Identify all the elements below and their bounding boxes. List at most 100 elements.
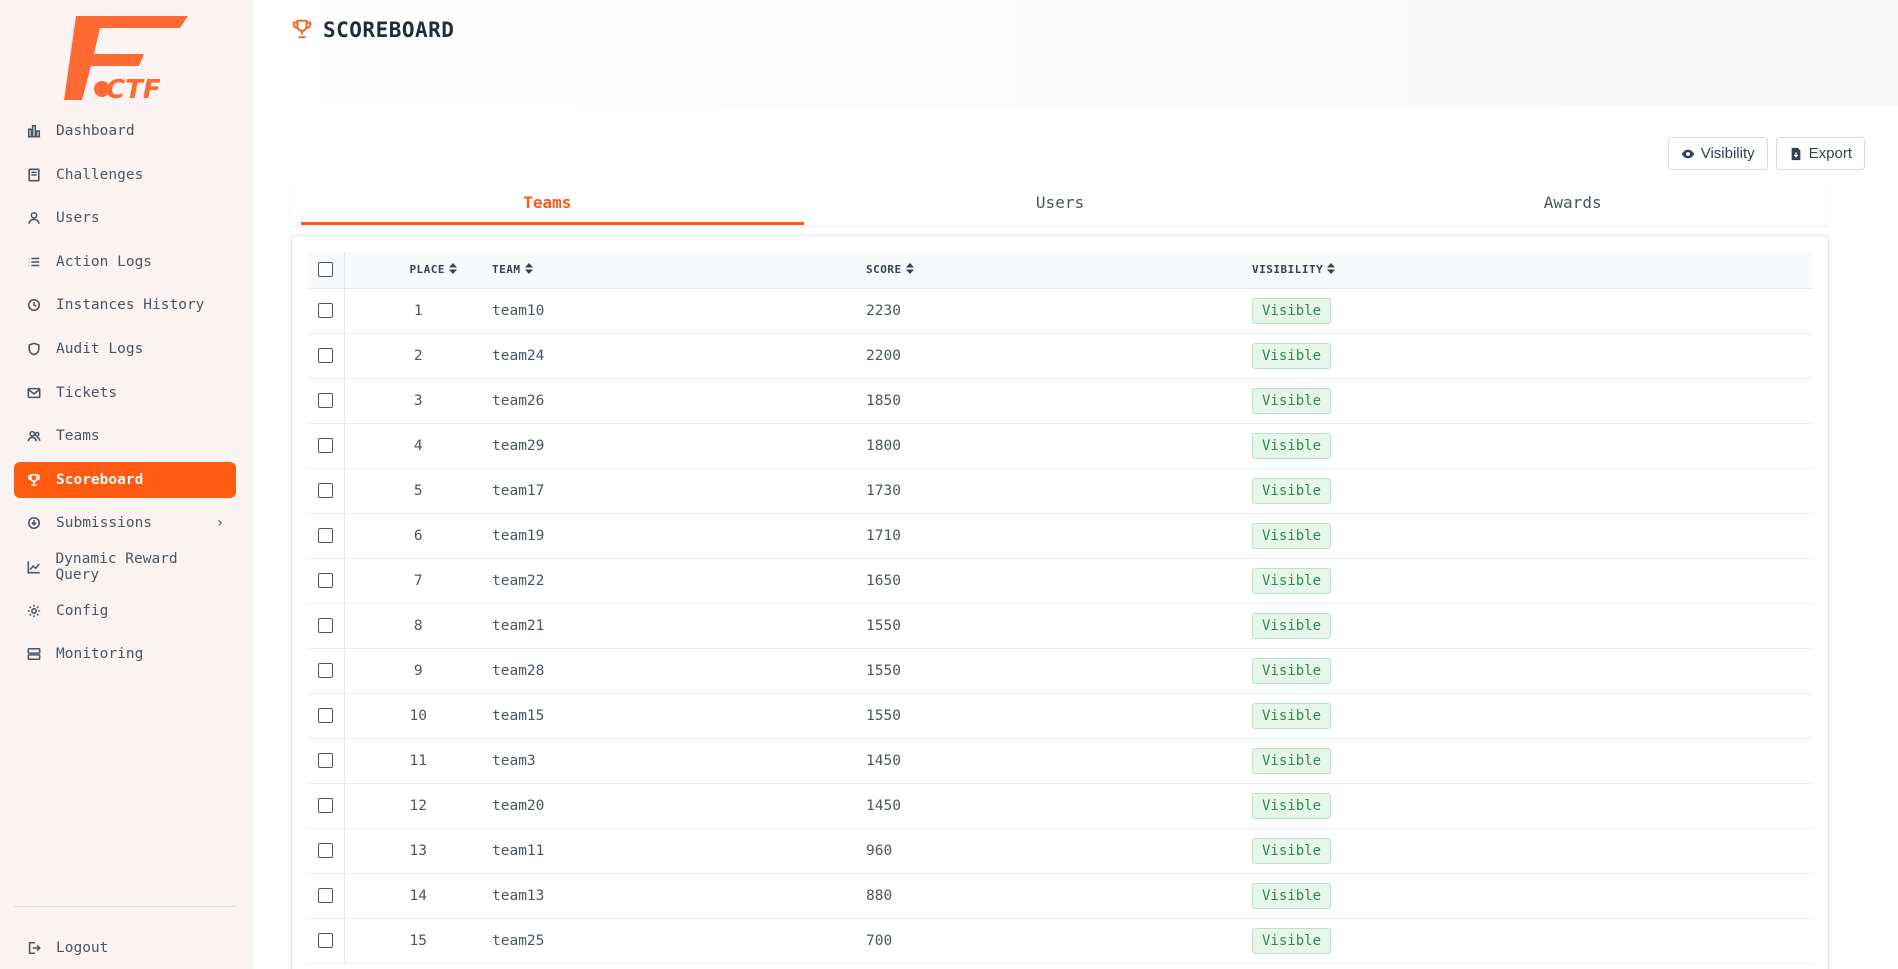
sidebar-item-scoreboard[interactable]: Scoreboard [14, 461, 236, 498]
sidebar-item-dashboard[interactable]: Dashboard [14, 113, 236, 149]
row-select-cell [308, 738, 345, 783]
visibility-badge[interactable]: Visible [1252, 747, 1332, 774]
team-name-link[interactable]: team19 [492, 513, 866, 558]
team-name-link[interactable]: team3 [492, 738, 866, 783]
row-checkbox[interactable] [318, 483, 334, 498]
visibility-badge[interactable]: Visible [1252, 792, 1332, 819]
table-row[interactable]: 1 team10 2230 Visible [308, 288, 1813, 333]
table-row[interactable]: 15 team25 700 Visible [308, 918, 1813, 963]
row-checkbox[interactable] [318, 573, 334, 588]
sidebar-item-monitoring[interactable]: Monitoring [14, 636, 236, 672]
visibility-cell: Visible [1252, 648, 1813, 693]
shield-icon [26, 341, 42, 357]
table-row[interactable]: 4 team29 1800 Visible [308, 423, 1813, 468]
sidebar-item-dynamic-reward-query[interactable]: Dynamic Reward Query [14, 549, 236, 585]
table-row[interactable]: 3 team26 1850 Visible [308, 378, 1813, 423]
row-checkbox[interactable] [318, 393, 334, 408]
chevron-right-icon[interactable]: › [216, 515, 224, 531]
table-row[interactable]: 6 team19 1710 Visible [308, 513, 1813, 558]
visibility-cell: Visible [1252, 783, 1813, 828]
table-row[interactable]: 13 team11 960 Visible [308, 828, 1813, 873]
sidebar-item-submissions[interactable]: Submissions › [14, 505, 236, 541]
score-cell: 1550 [866, 617, 901, 634]
row-checkbox[interactable] [318, 708, 334, 723]
sidebar-item-users[interactable]: Users [14, 200, 236, 236]
visibility-badge[interactable]: Visible [1252, 477, 1332, 504]
row-select-cell [308, 783, 345, 828]
place-cell: 15 [409, 932, 427, 949]
row-checkbox[interactable] [318, 753, 334, 768]
sidebar-item-challenges[interactable]: Challenges [14, 157, 236, 193]
row-checkbox[interactable] [318, 843, 334, 858]
team-name-link[interactable]: team26 [492, 378, 866, 423]
row-checkbox[interactable] [318, 933, 334, 948]
score-cell: 1450 [866, 797, 901, 814]
team-name-link[interactable]: team10 [492, 288, 866, 333]
visibility-badge[interactable]: Visible [1252, 657, 1332, 684]
visibility-badge[interactable]: Visible [1252, 702, 1332, 729]
visibility-badge[interactable]: Visible [1252, 432, 1332, 459]
visibility-badge[interactable]: Visible [1252, 387, 1332, 414]
column-header-visibility[interactable]: VISIBILITY [1252, 252, 1813, 289]
table-row[interactable]: 8 team21 1550 Visible [308, 603, 1813, 648]
place-cell: 1 [413, 302, 423, 319]
visibility-cell: Visible [1252, 288, 1813, 333]
row-checkbox[interactable] [318, 348, 334, 363]
row-checkbox[interactable] [318, 528, 334, 543]
row-checkbox[interactable] [318, 303, 334, 318]
sidebar-item-action-logs[interactable]: Action Logs [14, 244, 236, 280]
visibility-badge[interactable]: Visible [1252, 522, 1332, 549]
table-row[interactable]: 2 team24 2200 Visible [308, 333, 1813, 378]
gear-icon [26, 603, 42, 619]
table-row[interactable]: 5 team17 1730 Visible [308, 468, 1813, 513]
column-header-score[interactable]: SCORE [866, 252, 1252, 289]
visibility-badge[interactable]: Visible [1252, 567, 1332, 594]
sidebar-item-instances-history[interactable]: Instances History [14, 287, 236, 323]
row-checkbox[interactable] [318, 618, 334, 633]
row-checkbox[interactable] [318, 798, 334, 813]
visibility-badge[interactable]: Visible [1252, 837, 1332, 864]
visibility-badge[interactable]: Visible [1252, 342, 1332, 369]
table-row[interactable]: 7 team22 1650 Visible [308, 558, 1813, 603]
visibility-badge[interactable]: Visible [1252, 882, 1332, 909]
team-name-link[interactable]: team13 [492, 873, 866, 918]
tab-teams[interactable]: Teams [291, 183, 804, 225]
table-row[interactable]: 11 team3 1450 Visible [308, 738, 1813, 783]
fctf-logo[interactable]: CTF [62, 14, 192, 105]
table-row[interactable]: 9 team28 1550 Visible [308, 648, 1813, 693]
row-checkbox[interactable] [318, 888, 334, 903]
visibility-button[interactable]: Visibility [1667, 137, 1768, 170]
column-header-place[interactable]: PLACE [344, 252, 492, 289]
table-row[interactable]: 12 team20 1450 Visible [308, 783, 1813, 828]
team-name-link[interactable]: team11 [492, 828, 866, 873]
select-all-checkbox[interactable] [318, 262, 334, 278]
place-cell: 7 [413, 572, 423, 589]
visibility-badge[interactable]: Visible [1252, 612, 1332, 639]
row-select-cell [308, 288, 345, 333]
sidebar-item-audit-logs[interactable]: Audit Logs [14, 331, 236, 367]
logout-button[interactable]: Logout [14, 930, 236, 966]
team-name-link[interactable]: team29 [492, 423, 866, 468]
row-checkbox[interactable] [318, 438, 334, 453]
team-name-link[interactable]: team15 [492, 693, 866, 738]
sidebar-item-config[interactable]: Config [14, 593, 236, 629]
team-name-link[interactable]: team17 [492, 468, 866, 513]
team-name-link[interactable]: team21 [492, 603, 866, 648]
tab-users[interactable]: Users [804, 183, 1317, 225]
visibility-badge[interactable]: Visible [1252, 297, 1332, 324]
table-row[interactable]: 10 team15 1550 Visible [308, 693, 1813, 738]
visibility-badge[interactable]: Visible [1252, 927, 1332, 954]
export-button[interactable]: Export [1775, 137, 1865, 170]
column-header-team[interactable]: TEAM [492, 252, 866, 289]
team-name-link[interactable]: team20 [492, 783, 866, 828]
row-checkbox[interactable] [318, 663, 334, 678]
sidebar-item-tickets[interactable]: Tickets [14, 375, 236, 411]
tab-awards[interactable]: Awards [1316, 183, 1829, 225]
table-row[interactable]: 14 team13 880 Visible [308, 873, 1813, 918]
score-cell: 1730 [866, 482, 901, 499]
team-name-link[interactable]: team24 [492, 333, 866, 378]
sidebar-item-teams[interactable]: Teams [14, 418, 236, 454]
team-name-link[interactable]: team25 [492, 918, 866, 963]
team-name-link[interactable]: team28 [492, 648, 866, 693]
team-name-link[interactable]: team22 [492, 558, 866, 603]
